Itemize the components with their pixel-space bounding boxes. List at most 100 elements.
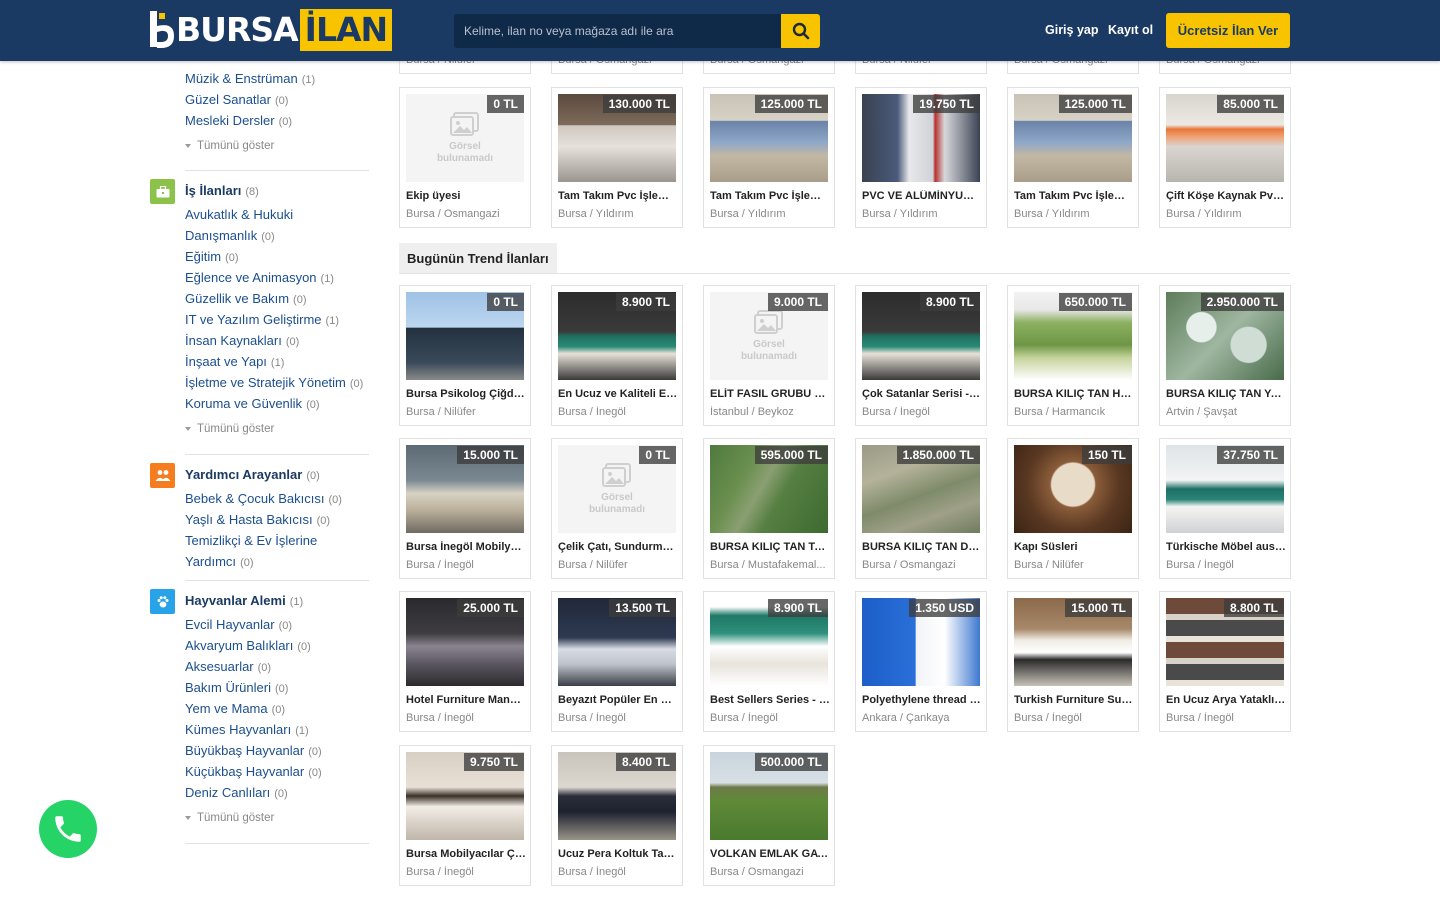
post-ad-button[interactable]: Ücretsiz İlan Ver xyxy=(1166,13,1290,48)
sidebar-item[interactable]: Yem ve Mama (0) xyxy=(185,701,285,716)
listing-card[interactable]: 8.900 TL Best Sellers Series - Th... Bursa… xyxy=(703,591,835,732)
listing-card[interactable]: 650.000 TL BURSA KILIÇ TAN HA... Bursa / H… xyxy=(1007,285,1139,426)
listing-title[interactable]: En Ucuz Arya Yataklı K... xyxy=(1166,694,1286,706)
sidebar-item[interactable]: Büyükbaş Hayvanlar (0) xyxy=(185,743,322,758)
listing-title[interactable]: BURSA KILIÇ TAN TA... xyxy=(710,541,830,553)
category-heading-helpers[interactable]: Yardımcı Arayanlar (0) xyxy=(185,467,320,482)
listing-title[interactable]: Bursa Mobilyacılar Ça... xyxy=(406,848,526,860)
listing-title[interactable]: PVC VE ALÜMİNYUM ... xyxy=(862,190,982,202)
listing-card[interactable]: 1.350 USD Polyethylene thread f... Ankara … xyxy=(855,591,987,732)
listing-title[interactable]: Çift Köşe Kaynak Pvc ... xyxy=(1166,190,1286,202)
sidebar-item[interactable]: İnsan Kaynakları (0) xyxy=(185,333,299,348)
sidebar-item[interactable]: Akvaryum Balıkları (0) xyxy=(185,638,311,653)
sidebar-item[interactable]: Koruma ve Güvenlik (0) xyxy=(185,396,320,411)
divider xyxy=(185,843,369,844)
listing-title[interactable]: Turkish Furniture Suit... xyxy=(1014,694,1134,706)
sidebar-item[interactable]: Bebek & Çocuk Bakıcısı (0) xyxy=(185,491,342,506)
listing-card[interactable]: 15.000 TL Bursa İnegöl Mobilya F... Bursa … xyxy=(399,438,531,579)
listing-card[interactable]: 130.000 TL Tam Takım Pvc İşleme ... Bursa … xyxy=(551,87,683,228)
listing-title[interactable]: Hotel Furniture Manuf... xyxy=(406,694,526,706)
sidebar-item[interactable]: İşletme ve Stratejik Yönetim (0) xyxy=(185,375,363,390)
category-heading-jobs[interactable]: İş İlanları (8) xyxy=(185,183,259,198)
listing-title[interactable]: Polyethylene thread f... xyxy=(862,694,982,706)
sidebar-item[interactable]: Danışmanlık (0) xyxy=(185,228,275,243)
listing-card[interactable]: 13.500 TL Beyazıt Popüler En Ço... Bursa /… xyxy=(551,591,683,732)
divider xyxy=(185,454,369,455)
listing-title[interactable]: BURSA KILIÇ TAN YA... xyxy=(1166,388,1286,400)
show-all-label: Tümünü göster xyxy=(197,140,275,152)
listing-price: 9.750 TL xyxy=(463,753,524,771)
listing-title[interactable]: En Ucuz ve Kaliteli Ela ... xyxy=(558,388,678,400)
search-input[interactable] xyxy=(454,14,781,48)
caret-down-icon xyxy=(185,426,191,431)
listing-card[interactable]: Görsel bulunamadı 9.000 TL ELİT FASIL GRUBU… xyxy=(703,285,835,426)
show-all-link[interactable]: Tümünü göster xyxy=(185,140,274,152)
listing-title[interactable]: Çelik Çatı, Sundurma, ... xyxy=(558,541,678,553)
listing-card[interactable]: 19.750 TL PVC VE ALÜMİNYUM ... Bursa / Yıl… xyxy=(855,87,987,228)
sidebar-item[interactable]: Temizlikçi & Ev İşlerine xyxy=(185,533,321,548)
search-button[interactable] xyxy=(781,14,820,48)
listing-location: Bursa / Yıldırım xyxy=(862,208,938,220)
listing-title[interactable]: Türkische Möbel aus d... xyxy=(1166,541,1286,553)
listing-card[interactable]: 8.900 TL En Ucuz ve Kaliteli Ela ... Bursa… xyxy=(551,285,683,426)
listing-card[interactable]: 85.000 TL Çift Köşe Kaynak Pvc ... Bursa /… xyxy=(1159,87,1291,228)
listing-title[interactable]: Beyazıt Popüler En Ço... xyxy=(558,694,678,706)
listing-card[interactable]: 15.000 TL Turkish Furniture Suit... Bursa … xyxy=(1007,591,1139,732)
listing-card[interactable]: 37.750 TL Türkische Möbel aus d... Bursa /… xyxy=(1159,438,1291,579)
sidebar-item[interactable]: İnşaat ve Yapı (1) xyxy=(185,354,284,369)
sidebar-item[interactable]: Avukatlık & Hukuki xyxy=(185,207,297,222)
sidebar-item[interactable]: Yaşlı & Hasta Bakıcısı (0) xyxy=(185,512,330,527)
listing-title[interactable]: Bursa İnegöl Mobilya F... xyxy=(406,541,526,553)
listing-title[interactable]: Ucuz Pera Koltuk Takı... xyxy=(558,848,678,860)
listing-card[interactable]: 9.750 TL Bursa Mobilyacılar Ça... Bursa / … xyxy=(399,745,531,886)
show-all-link[interactable]: Tümünü göster xyxy=(185,812,274,824)
listing-card[interactable]: 8.400 TL Ucuz Pera Koltuk Takı... Bursa / … xyxy=(551,745,683,886)
listing-title[interactable]: Best Sellers Series - Th... xyxy=(710,694,830,706)
login-link[interactable]: Giriş yap xyxy=(1045,23,1099,37)
sidebar-item[interactable]: Evcil Hayvanlar (0) xyxy=(185,617,292,632)
listing-title[interactable]: Bursa Psikolog Çiğde... xyxy=(406,388,526,400)
sidebar-item[interactable]: Mesleki Dersler (0) xyxy=(185,113,292,128)
listing-title[interactable]: VOLKAN EMLAK GAY... xyxy=(710,848,830,860)
listing-title[interactable]: BURSA KILIÇ TAN DE... xyxy=(862,541,982,553)
listing-card[interactable]: 2.950.000 TL BURSA KILIÇ TAN YA... Artvin … xyxy=(1159,285,1291,426)
listing-title[interactable]: Tam Takım Pvc İşleme ... xyxy=(558,190,678,202)
sidebar-item[interactable]: Yardımcı (0) xyxy=(185,554,254,569)
listing-card[interactable]: 595.000 TL BURSA KILIÇ TAN TA... Bursa / M… xyxy=(703,438,835,579)
sidebar-item[interactable]: Küçükbaş Hayvanlar (0) xyxy=(185,764,322,779)
listing-card[interactable]: 0 TL Bursa Psikolog Çiğde... Bursa / Nilüf… xyxy=(399,285,531,426)
sidebar-item[interactable]: Güzellik ve Bakım (0) xyxy=(185,291,307,306)
sidebar-item[interactable]: Kümes Hayvanları (1) xyxy=(185,722,309,737)
site-logo[interactable]: BURSA İLAN xyxy=(150,9,393,51)
sidebar-item[interactable]: IT ve Yazılım Geliştirme (1) xyxy=(185,312,339,327)
listing-title[interactable]: Tam Takım Pvc İşleme ... xyxy=(710,190,830,202)
category-heading-animals[interactable]: Hayvanlar Alemi (1) xyxy=(185,593,303,608)
sidebar-item[interactable]: Aksesuarlar (0) xyxy=(185,659,271,674)
listing-title[interactable]: ELİT FASIL GRUBU FA... xyxy=(710,388,830,400)
listing-card[interactable]: 8.800 TL En Ucuz Arya Yataklı K... Bursa /… xyxy=(1159,591,1291,732)
sidebar-item[interactable]: Eğlence ve Animasyon (1) xyxy=(185,270,334,285)
listing-card[interactable]: 125.000 TL Tam Takım Pvc İşleme ... Bursa … xyxy=(703,87,835,228)
listing-title[interactable]: Ekip üyesi xyxy=(406,190,526,202)
listing-title[interactable]: Kapı Süsleri xyxy=(1014,541,1134,553)
listing-card[interactable]: 500.000 TL VOLKAN EMLAK GAY... Bursa / Osm… xyxy=(703,745,835,886)
listing-title[interactable]: Tam Takım Pvc İşleme ... xyxy=(1014,190,1134,202)
sidebar-item[interactable]: Güzel Sanatlar (0) xyxy=(185,92,288,107)
sidebar-item[interactable]: Bakım Ürünleri (0) xyxy=(185,680,288,695)
sidebar-item[interactable]: Deniz Canlıları (0) xyxy=(185,785,288,800)
listing-card[interactable]: 8.900 TL Çok Satanlar Serisi - E... Bursa … xyxy=(855,285,987,426)
register-link[interactable]: Kayıt ol xyxy=(1108,23,1153,37)
listing-card[interactable]: 1.850.000 TL BURSA KILIÇ TAN DE... Bursa /… xyxy=(855,438,987,579)
sidebar-item-count: (0) xyxy=(225,252,239,264)
listing-card[interactable]: 125.000 TL Tam Takım Pvc İşleme ... Bursa … xyxy=(1007,87,1139,228)
listing-card[interactable]: 25.000 TL Hotel Furniture Manuf... Bursa /… xyxy=(399,591,531,732)
show-all-link[interactable]: Tümünü göster xyxy=(185,423,274,435)
listing-card[interactable]: Görsel bulunamadı 0 TL Çelik Çatı, Sundurma… xyxy=(551,438,683,579)
listing-title[interactable]: BURSA KILIÇ TAN HA... xyxy=(1014,388,1134,400)
whatsapp-button[interactable] xyxy=(39,800,97,858)
listing-title[interactable]: Çok Satanlar Serisi - E... xyxy=(862,388,982,400)
listing-card[interactable]: Görsel bulunamadı 0 TL Ekip üyesi Bursa / Os… xyxy=(399,87,531,228)
sidebar-item[interactable]: Eğitim (0) xyxy=(185,249,239,264)
listing-card[interactable]: 150 TL Kapı Süsleri Bursa / Nilüfer xyxy=(1007,438,1139,579)
sidebar-item[interactable]: Müzik & Enstrüman (1) xyxy=(185,71,315,86)
